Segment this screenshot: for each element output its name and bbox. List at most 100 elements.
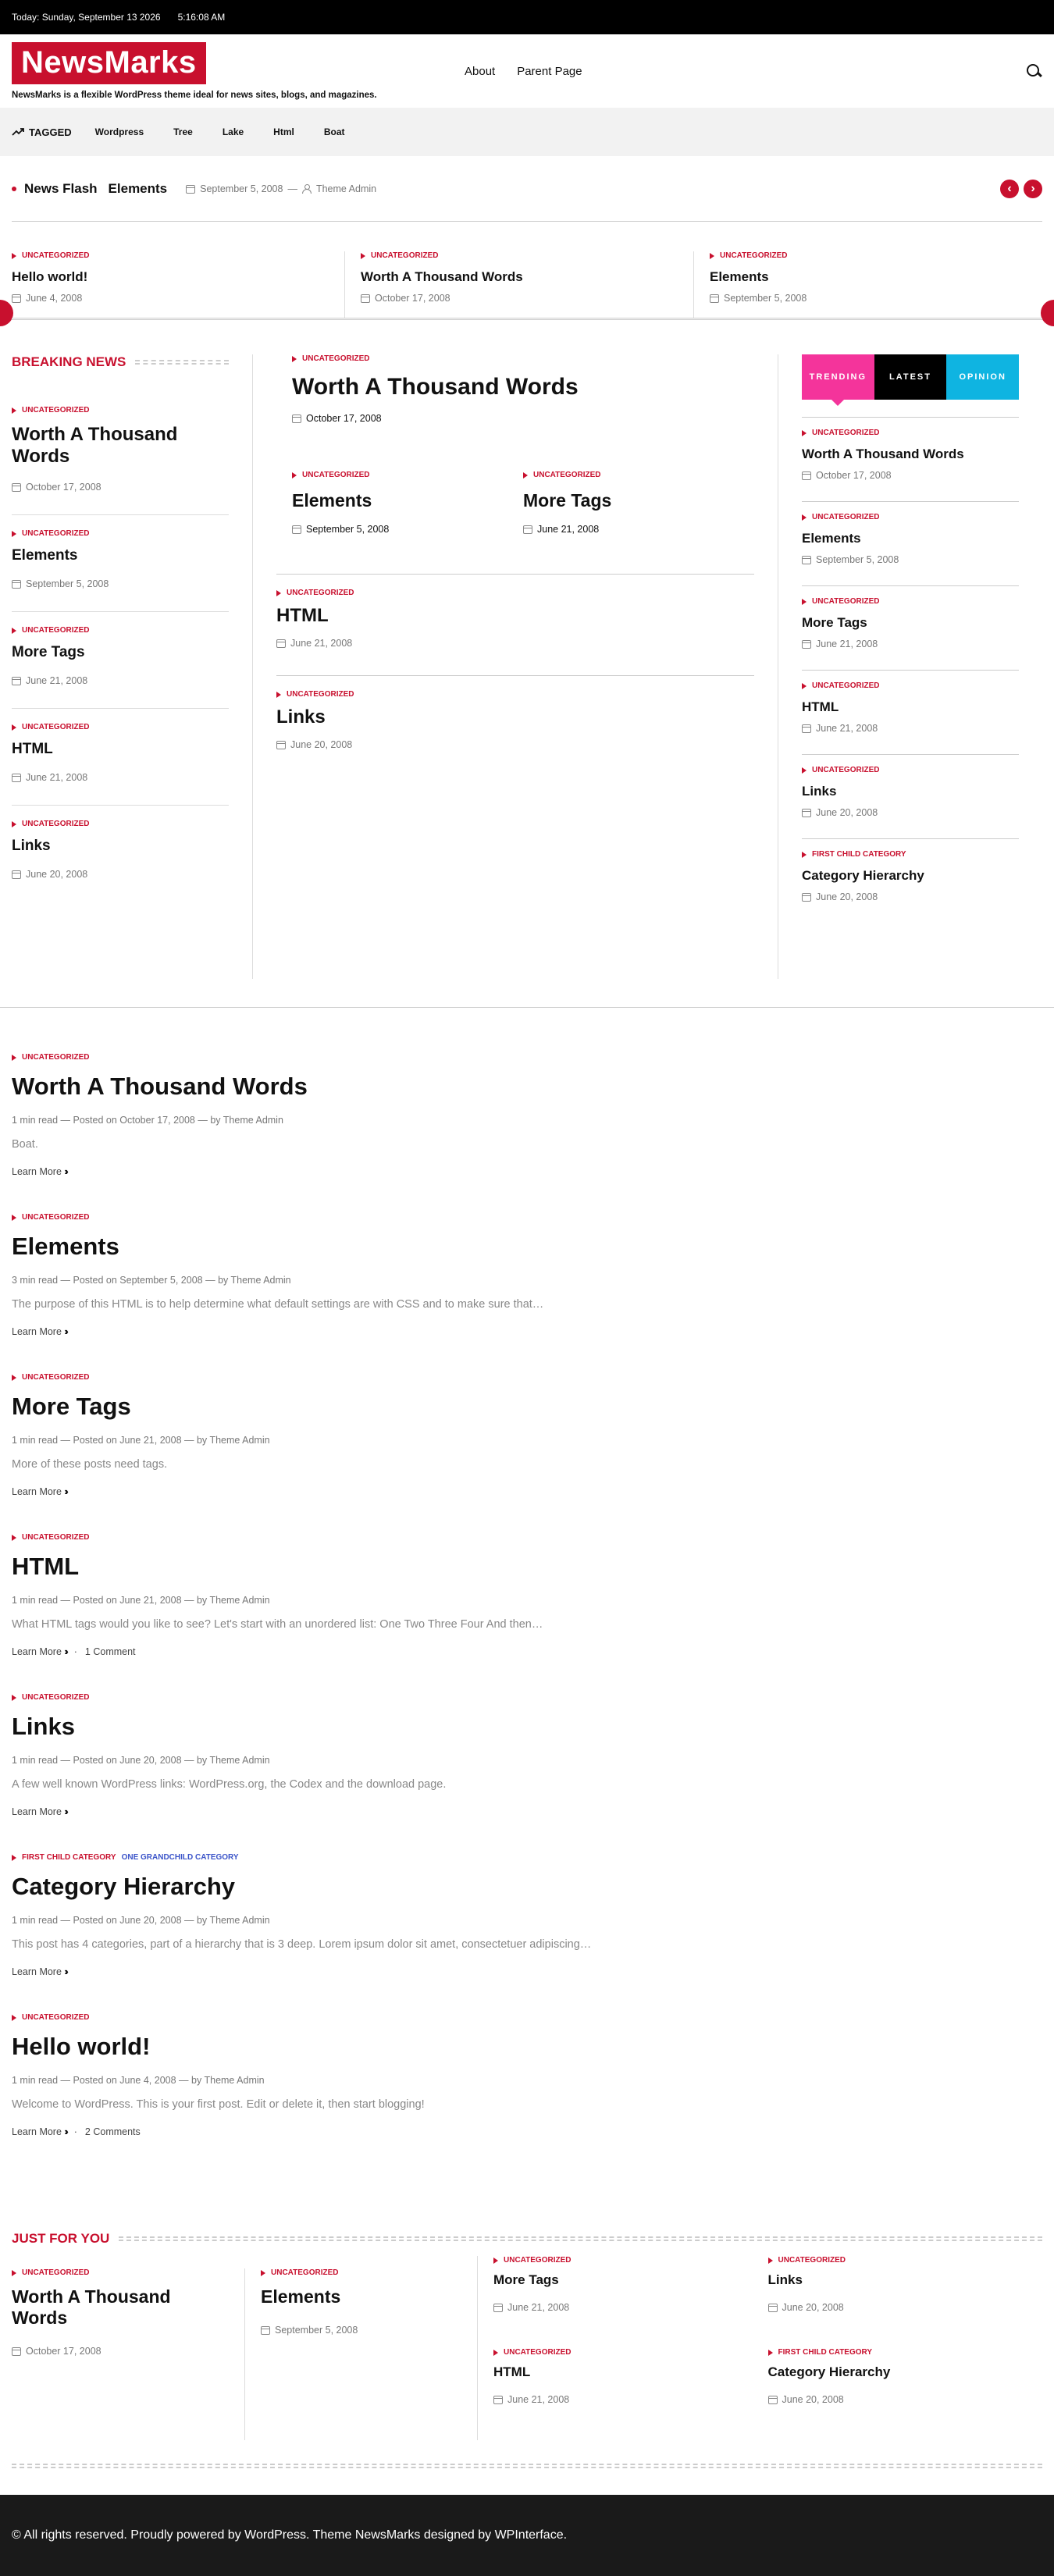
slide-title[interactable]: Worth A Thousand Words bbox=[361, 269, 678, 285]
category-label[interactable]: UNCATEGORIZED bbox=[12, 406, 229, 415]
nav-item-parent-page[interactable]: Parent Page bbox=[517, 65, 582, 78]
post-title[interactable]: Links bbox=[12, 1713, 1042, 1741]
post-title[interactable]: Worth A Thousand Words bbox=[12, 2286, 229, 2329]
post-title[interactable]: Worth A Thousand Words bbox=[12, 1073, 1042, 1101]
category-label[interactable]: UNCATEGORIZED bbox=[802, 597, 1019, 606]
category-label[interactable]: UNCATEGORIZED bbox=[12, 1693, 1042, 1702]
tab-opinion[interactable]: OPINION bbox=[946, 354, 1020, 400]
post-title[interactable]: Links bbox=[768, 2272, 1027, 2288]
post-title[interactable]: Worth A Thousand Words bbox=[802, 447, 1019, 462]
post-title[interactable]: Elements bbox=[292, 490, 507, 511]
category-label[interactable]: UNCATEGORIZED bbox=[12, 723, 229, 731]
category-label[interactable]: FIRST CHILD CATEGORY ONE GRANDCHILD CATEG… bbox=[12, 1853, 1042, 1862]
category-label[interactable]: UNCATEGORIZED bbox=[12, 2013, 1042, 2022]
category-label[interactable]: UNCATEGORIZED bbox=[12, 1533, 1042, 1542]
news-flash-item[interactable]: Elements bbox=[109, 181, 168, 197]
post-title[interactable]: HTML bbox=[493, 2364, 753, 2380]
post-title[interactable]: Links bbox=[802, 784, 1019, 799]
post-title[interactable]: HTML bbox=[802, 699, 1019, 715]
post-title[interactable]: More Tags bbox=[523, 490, 739, 511]
category-label[interactable]: UNCATEGORIZED bbox=[12, 529, 229, 538]
post-title[interactable]: Elements bbox=[12, 1233, 1042, 1261]
post-title[interactable]: Links bbox=[12, 838, 229, 855]
category-label[interactable]: UNCATEGORIZED bbox=[361, 251, 678, 260]
post-title[interactable]: Elements bbox=[12, 547, 229, 564]
carousel-next-button[interactable] bbox=[1041, 300, 1054, 326]
category-label[interactable]: UNCATEGORIZED bbox=[12, 626, 229, 635]
learn-more-link[interactable]: Learn More ›› bbox=[12, 1966, 69, 1977]
category-label[interactable]: UNCATEGORIZED bbox=[802, 513, 1019, 521]
tag-link[interactable]: Tree bbox=[173, 126, 193, 137]
post-title[interactable]: Hello world! bbox=[12, 2033, 1042, 2061]
ticker-next-button[interactable]: › bbox=[1024, 180, 1042, 198]
slide-title[interactable]: Elements bbox=[710, 269, 1027, 285]
learn-more-link[interactable]: Learn More ›› bbox=[12, 1486, 69, 1497]
post-title[interactable]: Worth A Thousand Words bbox=[292, 374, 739, 400]
tag-link[interactable]: Boat bbox=[324, 126, 345, 137]
learn-more-link[interactable]: Learn More ›› bbox=[12, 1646, 69, 1657]
post-author[interactable]: Theme Admin bbox=[209, 1915, 269, 1926]
post-title[interactable]: Category Hierarchy bbox=[768, 2364, 1027, 2380]
post-title[interactable]: Links bbox=[276, 706, 754, 728]
category-label[interactable]: FIRST CHILD CATEGORY bbox=[802, 850, 1019, 859]
learn-more-link[interactable]: Learn More ›› bbox=[12, 1166, 69, 1177]
post-author[interactable]: Theme Admin bbox=[223, 1115, 283, 1126]
learn-more-link[interactable]: Learn More ›› bbox=[12, 2126, 69, 2137]
category-label[interactable]: UNCATEGORIZED bbox=[802, 429, 1019, 437]
tag-link[interactable]: Html bbox=[273, 126, 294, 137]
post-author[interactable]: Theme Admin bbox=[231, 1275, 291, 1286]
post-title[interactable]: Category Hierarchy bbox=[12, 1873, 1042, 1901]
ticker-prev-button[interactable]: ‹ bbox=[1000, 180, 1019, 198]
tag-link[interactable]: Lake bbox=[223, 126, 244, 137]
post-title[interactable]: More Tags bbox=[12, 1393, 1042, 1421]
post-author[interactable]: Theme Admin bbox=[209, 1435, 269, 1446]
post-title[interactable]: More Tags bbox=[802, 615, 1019, 631]
post-title[interactable]: Category Hierarchy bbox=[802, 868, 1019, 884]
nav-item-about[interactable]: About bbox=[465, 65, 495, 78]
category-label[interactable]: UNCATEGORIZED bbox=[768, 2256, 1027, 2265]
post-title[interactable]: Worth A Thousand Words bbox=[12, 424, 229, 468]
category-label[interactable]: UNCATEGORIZED bbox=[12, 251, 329, 260]
category-label[interactable]: UNCATEGORIZED bbox=[493, 2256, 753, 2265]
category-label[interactable]: UNCATEGORIZED bbox=[493, 2348, 753, 2357]
calendar-icon bbox=[802, 639, 811, 649]
post-author[interactable]: Theme Admin bbox=[316, 183, 376, 194]
category-label[interactable]: UNCATEGORIZED bbox=[292, 471, 507, 479]
comments-link[interactable]: 1 Comment bbox=[85, 1646, 136, 1657]
category-label[interactable]: UNCATEGORIZED bbox=[276, 690, 754, 699]
category-label-secondary[interactable]: ONE GRANDCHILD CATEGORY bbox=[122, 1853, 239, 1862]
tab-latest[interactable]: LATEST bbox=[874, 354, 947, 400]
category-label[interactable]: UNCATEGORIZED bbox=[523, 471, 739, 479]
category-label[interactable]: UNCATEGORIZED bbox=[12, 820, 229, 828]
slide-title[interactable]: Hello world! bbox=[12, 269, 329, 285]
tab-trending[interactable]: TRENDING bbox=[802, 354, 874, 406]
post-title[interactable]: Elements bbox=[802, 531, 1019, 546]
category-label[interactable]: UNCATEGORIZED bbox=[12, 1053, 1042, 1062]
category-label[interactable]: UNCATEGORIZED bbox=[292, 354, 739, 363]
category-label[interactable]: UNCATEGORIZED bbox=[12, 2268, 229, 2277]
post-feed: UNCATEGORIZED Worth A Thousand Words 1 m… bbox=[12, 1053, 1042, 2137]
post-title[interactable]: HTML bbox=[276, 605, 754, 627]
category-label[interactable]: UNCATEGORIZED bbox=[276, 589, 754, 597]
post-author[interactable]: Theme Admin bbox=[209, 1755, 269, 1766]
site-logo[interactable]: NewsMarks bbox=[12, 42, 206, 84]
search-icon[interactable] bbox=[1025, 62, 1042, 80]
post-author[interactable]: Theme Admin bbox=[204, 2075, 264, 2086]
post-title[interactable]: HTML bbox=[12, 1553, 1042, 1581]
category-label[interactable]: UNCATEGORIZED bbox=[710, 251, 1027, 260]
category-label[interactable]: UNCATEGORIZED bbox=[802, 681, 1019, 690]
category-label[interactable]: UNCATEGORIZED bbox=[261, 2268, 461, 2277]
learn-more-link[interactable]: Learn More ›› bbox=[12, 1806, 69, 1817]
learn-more-link[interactable]: Learn More ›› bbox=[12, 1326, 69, 1337]
post-title[interactable]: HTML bbox=[12, 741, 229, 758]
category-label[interactable]: UNCATEGORIZED bbox=[12, 1373, 1042, 1382]
post-title[interactable]: More Tags bbox=[493, 2272, 753, 2288]
comments-link[interactable]: 2 Comments bbox=[85, 2126, 141, 2137]
post-author[interactable]: Theme Admin bbox=[209, 1595, 269, 1606]
category-label[interactable]: UNCATEGORIZED bbox=[802, 766, 1019, 774]
post-title[interactable]: Elements bbox=[261, 2286, 461, 2307]
category-label[interactable]: UNCATEGORIZED bbox=[12, 1213, 1042, 1222]
tag-link[interactable]: Wordpress bbox=[95, 126, 144, 137]
category-label[interactable]: FIRST CHILD CATEGORY bbox=[768, 2348, 1027, 2357]
post-title[interactable]: More Tags bbox=[12, 644, 229, 661]
